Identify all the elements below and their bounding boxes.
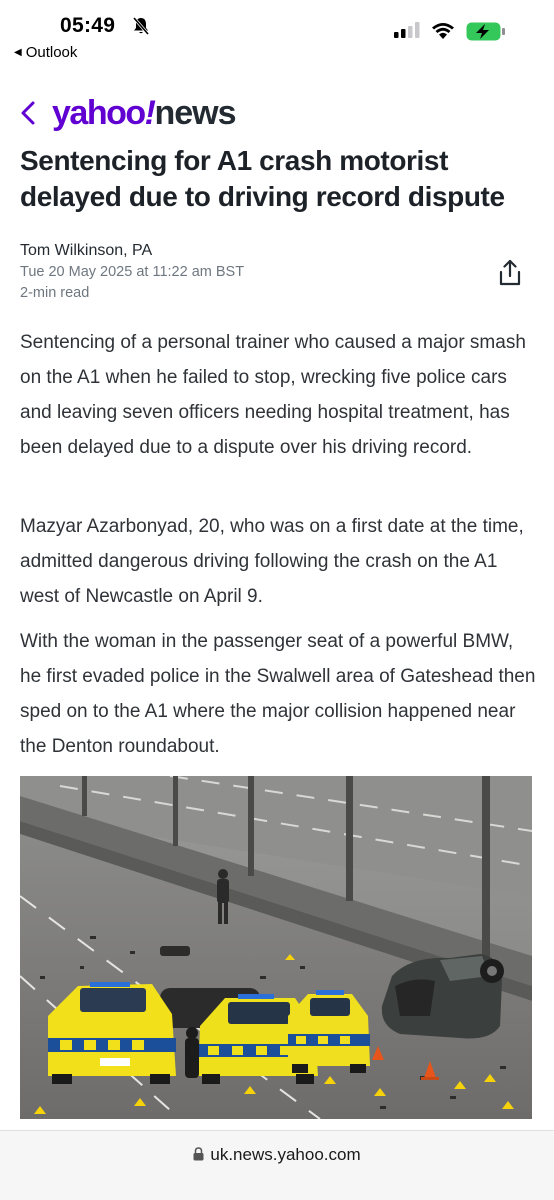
battery-charging-icon <box>466 22 505 41</box>
article-byline: Tom Wilkinson, PA Tue 20 May 2025 at 11:… <box>20 240 244 304</box>
browser-url-bar[interactable]: uk.news.yahoo.com <box>0 1130 554 1200</box>
article-paragraph: Sentencing of a personal trainer who cau… <box>20 332 526 458</box>
read-time: 2-min read <box>20 285 90 301</box>
logo-yahoo: yahoo <box>52 94 146 132</box>
cellular-signal-icon <box>394 22 420 38</box>
status-time: 05:49 <box>60 14 116 37</box>
yahoo-news-logo: yahoo!news <box>52 94 237 133</box>
status-bar: 05:49 ◀ Outlook <box>0 0 554 66</box>
lock-icon <box>193 1147 204 1161</box>
back-triangle-icon: ◀ <box>14 47 22 58</box>
url-display[interactable]: uk.news.yahoo.com <box>0 1145 554 1165</box>
app-header: yahoo!news <box>0 86 554 138</box>
back-app-label: Outlook <box>25 44 78 61</box>
back-chevron-icon[interactable] <box>20 100 36 126</box>
url-text: uk.news.yahoo.com <box>210 1145 361 1164</box>
author-name[interactable]: Tom Wilkinson, PA <box>20 240 244 262</box>
article-photo[interactable] <box>20 776 532 1119</box>
logo-news: news <box>154 94 236 132</box>
back-to-app-button[interactable]: ◀ Outlook <box>14 44 77 61</box>
silent-bell-icon <box>132 17 150 35</box>
publish-date: Tue 20 May 2025 at 11:22 am BST <box>20 264 245 280</box>
logo-bang: ! <box>144 94 156 132</box>
crash-scene-illustration <box>20 776 532 1119</box>
police-car-icon <box>48 982 176 1084</box>
wifi-icon <box>432 23 454 39</box>
article-paragraph: With the woman in the passenger seat of … <box>20 631 536 757</box>
share-icon[interactable] <box>497 259 523 287</box>
article-headline: Sentencing for A1 crash motorist delayed… <box>20 145 505 212</box>
article-paragraph: Mazyar Azarbonyad, 20, who was on a firs… <box>20 516 524 607</box>
